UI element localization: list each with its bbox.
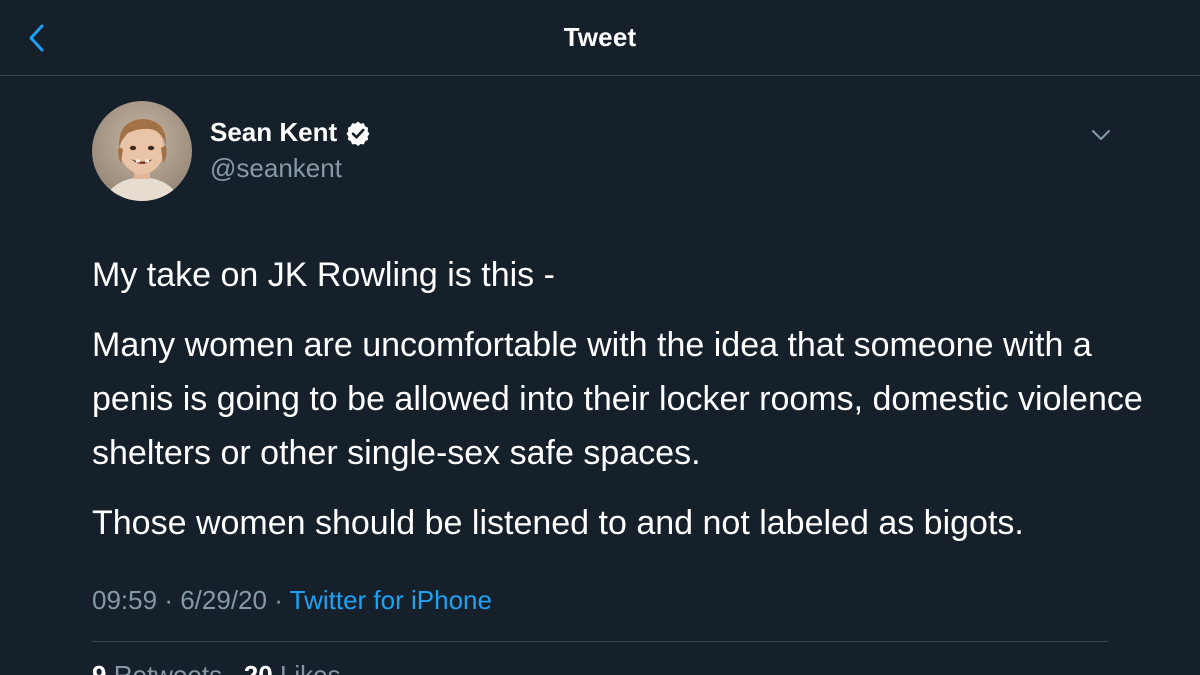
page-title: Tweet <box>563 22 637 52</box>
meta-separator: · <box>164 585 173 615</box>
avatar-photo <box>92 101 192 201</box>
tweet-detail-screen: Tweet Sean Kent @seankent My take on JK … <box>0 0 1200 675</box>
likes-stat[interactable]: 20 Likes <box>244 660 341 675</box>
likes-label: Likes <box>279 660 341 675</box>
chevron-down-icon <box>1092 130 1110 140</box>
author-name: Sean Kent <box>210 117 338 147</box>
tweet-source-link[interactable]: Twitter for iPhone <box>290 585 492 615</box>
tweet-paragraph: My take on JK Rowling is this - <box>92 256 555 294</box>
tweet-stats: 9 Retweets 20 Likes <box>92 660 341 675</box>
tweet-paragraph: Many women are uncomfortable with the id… <box>92 326 1143 472</box>
author-handle[interactable]: @seankent <box>210 153 342 184</box>
verified-badge-icon <box>345 120 371 146</box>
top-nav-bar: Tweet <box>0 0 1200 76</box>
retweets-stat[interactable]: 9 Retweets <box>92 660 229 675</box>
tweet-menu-button[interactable] <box>1088 122 1114 148</box>
tweet-paragraph: Those women should be listened to and no… <box>92 504 1024 542</box>
tweet-date: 6/29/20 <box>180 585 267 615</box>
likes-count: 20 <box>243 660 273 675</box>
tweet-meta: 09:59 · 6/29/20 · Twitter for iPhone <box>92 585 492 616</box>
tweet-time: 09:59 <box>92 585 158 615</box>
avatar[interactable] <box>92 101 192 201</box>
author-name-row[interactable]: Sean Kent <box>210 117 371 148</box>
retweets-count: 9 <box>92 660 107 675</box>
meta-separator: · <box>274 585 283 615</box>
retweets-label: Retweets <box>113 660 223 675</box>
tweet-text: My take on JK Rowling is this - Many wom… <box>92 248 1152 550</box>
divider <box>92 641 1108 642</box>
